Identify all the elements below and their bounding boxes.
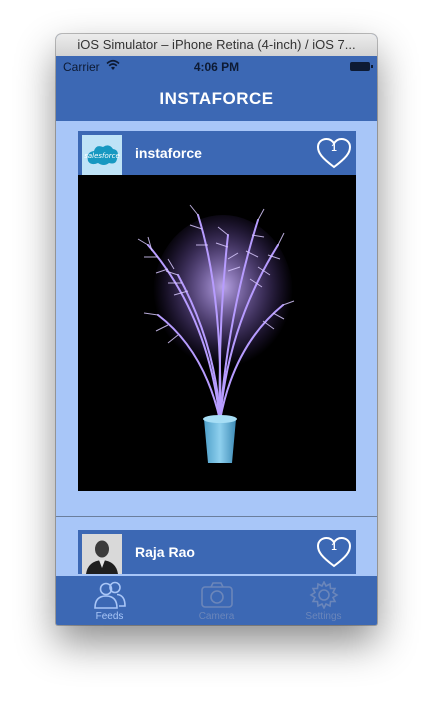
tab-label: Settings [305, 611, 342, 622]
like-count: 1 [331, 143, 337, 154]
battery-icon [350, 62, 373, 71]
tab-label: Camera [198, 611, 235, 622]
salesforce-logo-icon[interactable]: salesforce [82, 135, 122, 175]
like-button[interactable]: 1 [316, 536, 352, 568]
tab-camera[interactable]: Camera [163, 576, 270, 625]
post-username[interactable]: instaforce [135, 131, 202, 175]
phone-screen: Carrier 4:06 PM INSTAFORCE salesforce in… [56, 56, 377, 625]
tab-settings[interactable]: Settings [270, 576, 377, 625]
camera-icon [200, 582, 233, 608]
people-icon [93, 581, 126, 609]
like-button[interactable]: 1 [316, 137, 352, 169]
user-avatar[interactable] [82, 534, 122, 574]
feed-post: salesforce instaforce 1 [78, 131, 356, 491]
tab-label: Feeds [95, 611, 124, 622]
status-time: 4:06 PM [193, 60, 240, 74]
post-photo[interactable] [78, 175, 356, 491]
nav-bar: INSTAFORCE [56, 77, 377, 121]
post-header: Raja Rao 1 [78, 530, 356, 574]
post-header: salesforce instaforce 1 [78, 131, 356, 175]
post-username[interactable]: Raja Rao [135, 530, 195, 574]
window-title: iOS Simulator – iPhone Retina (4-inch) /… [56, 34, 377, 57]
feed-post: Raja Rao 1 [78, 530, 356, 574]
svg-text:salesforce: salesforce [84, 152, 120, 160]
nav-title: INSTAFORCE [159, 89, 274, 108]
tab-feeds[interactable]: Feeds [56, 576, 163, 625]
post-divider [56, 516, 377, 517]
status-bar: Carrier 4:06 PM [56, 56, 377, 77]
gear-icon [308, 581, 339, 609]
feed-list[interactable]: salesforce instaforce 1 Raja Rao 1 [56, 121, 377, 576]
palm-plant-image [137, 204, 295, 463]
like-count: 1 [331, 542, 337, 553]
tab-bar: Feeds Camera Settings [56, 576, 377, 625]
simulator-window: iOS Simulator – iPhone Retina (4-inch) /… [56, 34, 377, 625]
